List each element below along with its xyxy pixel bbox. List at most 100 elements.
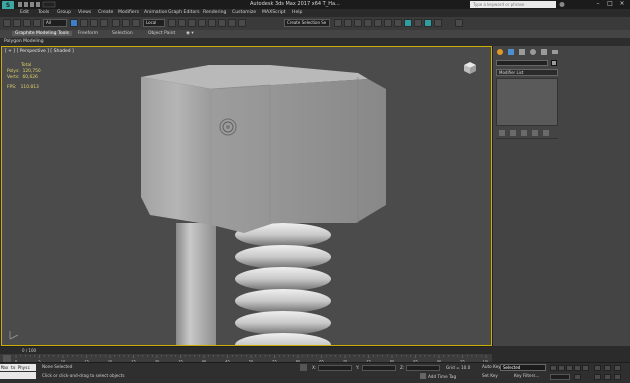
- menu-customize[interactable]: Customize: [232, 10, 256, 15]
- bind-icon[interactable]: [33, 19, 41, 27]
- zoom-all-icon[interactable]: [604, 365, 611, 371]
- undo-icon[interactable]: [3, 19, 11, 27]
- edit-named-selection-icon[interactable]: [238, 19, 246, 27]
- time-tag-icon[interactable]: [420, 373, 426, 379]
- keyboard-shortcut-icon[interactable]: [188, 19, 196, 27]
- next-frame-icon[interactable]: [574, 365, 581, 371]
- render-in-cloud-icon[interactable]: [434, 19, 442, 27]
- viewcube-icon[interactable]: [461, 61, 479, 75]
- perspective-viewport[interactable]: [ + ] [ Perspective ] [ Shaded ] Total P…: [1, 46, 492, 346]
- rotate-icon[interactable]: [122, 19, 130, 27]
- pivot-icon[interactable]: [168, 19, 176, 27]
- help-icon[interactable]: [558, 1, 566, 8]
- configure-sets-icon[interactable]: [543, 130, 549, 136]
- quick-access-icons[interactable]: [18, 1, 68, 8]
- zoom-icon[interactable]: [594, 365, 601, 371]
- a360-icon[interactable]: [455, 19, 463, 27]
- layer-explorer-icon[interactable]: [354, 19, 362, 27]
- maxscript-output[interactable]: [0, 372, 36, 379]
- redo-icon[interactable]: [13, 19, 21, 27]
- previous-frame-icon[interactable]: [558, 365, 565, 371]
- current-frame-field[interactable]: [550, 374, 570, 380]
- motion-tab-icon[interactable]: [528, 48, 538, 56]
- x-coordinate-field[interactable]: [318, 365, 352, 371]
- spinner-snap-icon[interactable]: [228, 19, 236, 27]
- field-of-view-icon[interactable]: [594, 374, 601, 380]
- menu-graph-editors[interactable]: Graph Editors: [168, 10, 200, 15]
- add-time-tag-button[interactable]: Add Time Tag: [428, 374, 456, 379]
- select-manipulate-icon[interactable]: [178, 19, 186, 27]
- close-button[interactable]: ×: [616, 0, 628, 8]
- maximize-button[interactable]: □: [604, 0, 616, 8]
- mirror-icon[interactable]: [334, 19, 342, 27]
- modifier-stack[interactable]: [496, 78, 558, 126]
- menu-help[interactable]: Help: [292, 10, 302, 15]
- link-icon[interactable]: [23, 19, 31, 27]
- pin-stack-icon[interactable]: [499, 130, 505, 136]
- tab-object-paint[interactable]: Object Paint: [148, 31, 175, 36]
- orbit-icon[interactable]: [614, 374, 621, 380]
- maxscript-listener[interactable]: Max to Physc: [0, 364, 36, 371]
- mini-curve-editor-icon[interactable]: [3, 355, 11, 362]
- rendered-frame-window-icon[interactable]: [414, 19, 422, 27]
- window-crossing-icon[interactable]: [100, 19, 108, 27]
- z-coordinate-field[interactable]: [406, 365, 440, 371]
- scale-icon[interactable]: [132, 19, 140, 27]
- tab-graphite-modeling-tools[interactable]: Graphite Modeling Tools: [12, 31, 73, 36]
- make-unique-icon[interactable]: [521, 130, 527, 136]
- object-color-swatch[interactable]: [551, 60, 557, 66]
- viewport-label[interactable]: [ + ] [ Perspective ] [ Shaded ]: [5, 49, 74, 54]
- set-key-button[interactable]: Set Key: [482, 373, 498, 378]
- reference-coordinate-dropdown[interactable]: Local: [143, 19, 165, 27]
- show-end-result-icon[interactable]: [510, 130, 516, 136]
- lock-selection-icon[interactable]: [300, 364, 307, 371]
- minimize-button[interactable]: –: [592, 0, 604, 8]
- rectangular-selection-icon[interactable]: [90, 19, 98, 27]
- selection-filter-dropdown[interactable]: All: [43, 19, 67, 27]
- toggle-ribbon-icon[interactable]: [364, 19, 372, 27]
- angle-snap-icon[interactable]: [208, 19, 216, 27]
- zoom-extents-icon[interactable]: [614, 365, 621, 371]
- snap-toggle-icon[interactable]: [198, 19, 206, 27]
- create-tab-icon[interactable]: [495, 48, 505, 56]
- menu-modifiers[interactable]: Modifiers: [118, 10, 139, 15]
- tab-freeform[interactable]: Freeform: [78, 31, 98, 36]
- ribbon-options-icon[interactable]: ◉ ▾: [186, 31, 194, 36]
- key-filters-button[interactable]: Key Filters...: [514, 373, 539, 378]
- align-icon[interactable]: [344, 19, 352, 27]
- pan-view-icon[interactable]: [604, 374, 611, 380]
- hierarchy-tab-icon[interactable]: [517, 48, 527, 56]
- remove-modifier-icon[interactable]: [532, 130, 538, 136]
- modifier-list-dropdown[interactable]: Modifier List: [496, 69, 558, 76]
- modify-tab-icon[interactable]: [506, 48, 516, 56]
- object-name-field[interactable]: [496, 60, 548, 66]
- select-by-name-icon[interactable]: [80, 19, 88, 27]
- quick-access-toolbar[interactable]: [18, 1, 68, 8]
- key-mode-dropdown[interactable]: Selected: [500, 364, 546, 371]
- menu-rendering[interactable]: Rendering: [203, 10, 226, 15]
- percent-snap-icon[interactable]: [218, 19, 226, 27]
- render-setup-icon[interactable]: [404, 19, 412, 27]
- menu-maxscript[interactable]: MAXScript: [262, 10, 286, 15]
- schematic-view-icon[interactable]: [384, 19, 392, 27]
- named-selection-dropdown[interactable]: Create Selection Se: [284, 19, 330, 27]
- go-to-start-icon[interactable]: [550, 365, 557, 371]
- polygon-modeling-label[interactable]: Polygon Modeling: [4, 39, 44, 44]
- y-coordinate-field[interactable]: [362, 365, 396, 371]
- move-icon[interactable]: [112, 19, 120, 27]
- menu-group[interactable]: Group: [57, 10, 71, 15]
- menu-create[interactable]: Create: [98, 10, 113, 15]
- go-to-end-icon[interactable]: [582, 365, 589, 371]
- menu-animation[interactable]: Animation: [144, 10, 167, 15]
- display-tab-icon[interactable]: [539, 48, 549, 56]
- menu-tools[interactable]: Tools: [38, 10, 49, 15]
- curve-editor-icon[interactable]: [374, 19, 382, 27]
- search-input[interactable]: Type a keyword or phrase: [470, 1, 556, 8]
- material-editor-icon[interactable]: [394, 19, 402, 27]
- time-slider[interactable]: 0 / 100: [0, 347, 492, 354]
- menu-views[interactable]: Views: [78, 10, 91, 15]
- tab-selection[interactable]: Selection: [112, 31, 133, 36]
- utilities-tab-icon[interactable]: [550, 48, 560, 56]
- auto-key-button[interactable]: Auto Key: [482, 364, 501, 369]
- render-production-icon[interactable]: [424, 19, 432, 27]
